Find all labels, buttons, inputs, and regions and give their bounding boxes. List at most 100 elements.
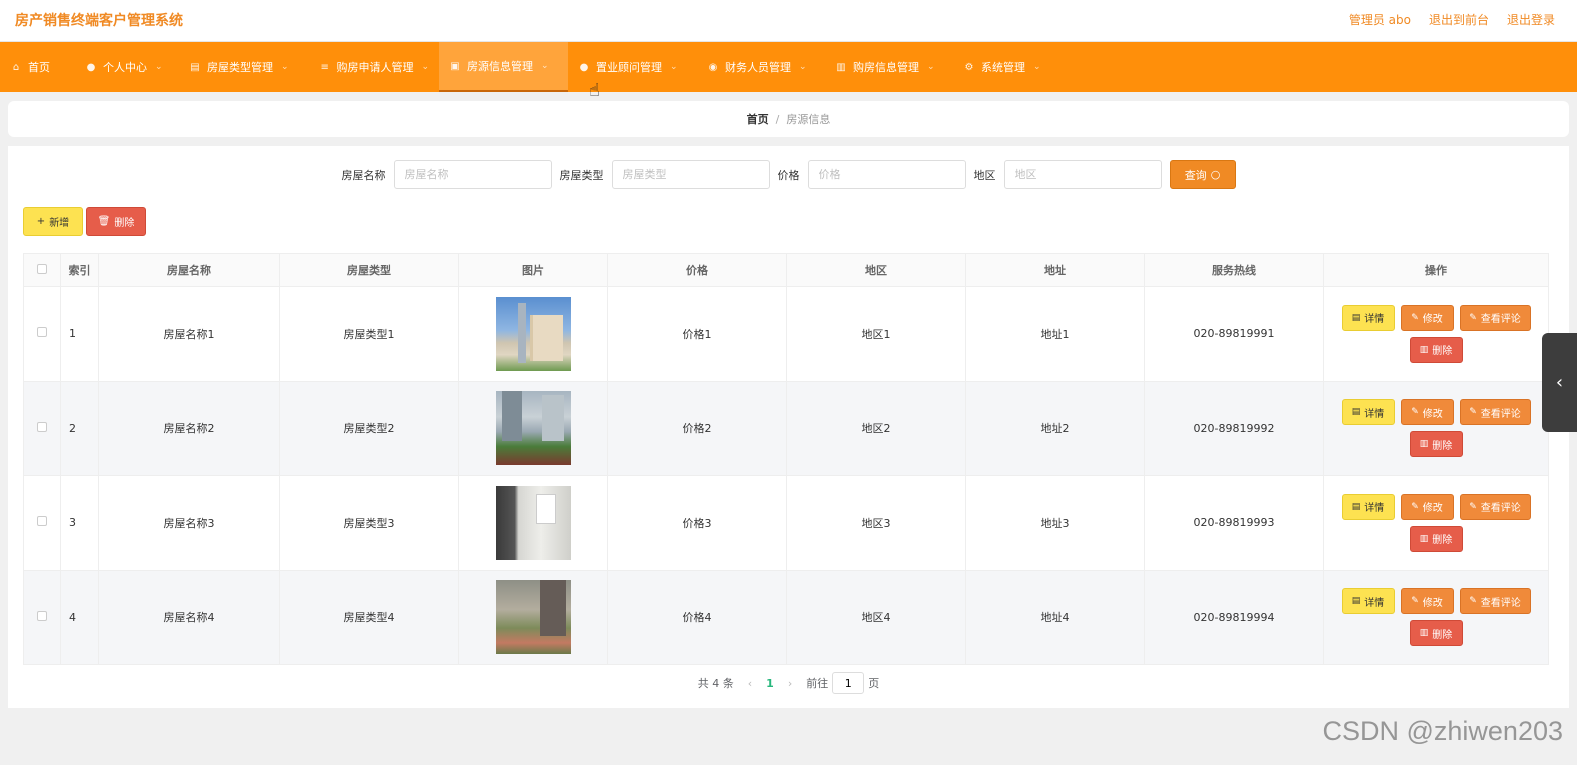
house-photo[interactable] [495, 296, 571, 371]
nav-item-system[interactable]: ⚙ 系统管理 ⌄ [953, 42, 1063, 92]
delete-button[interactable]: ▥ 删除 [1409, 525, 1463, 552]
view-comments-button[interactable]: ✎ 查看评论 [1459, 493, 1531, 520]
detail-label: 详情 [1364, 314, 1385, 326]
nav-item-label: 首页 [28, 61, 50, 74]
row-house-name: 房屋名称4 [98, 569, 280, 665]
view-comments-button[interactable]: ✎ 查看评论 [1459, 588, 1531, 615]
row-select-cell [23, 569, 61, 665]
chevron-down-icon: ⌄ [799, 62, 807, 72]
house-photo[interactable] [495, 391, 571, 466]
nav-item-house-type[interactable]: ▤ 房屋类型管理 ⌄ [179, 42, 309, 92]
current-user-link[interactable]: 管理员 abo [1349, 11, 1411, 28]
search-icon: ○ [1210, 168, 1221, 181]
table-row: 4 房屋名称4 房屋类型4 价格4 地区4 地址4 020-89819994 ▤… [23, 569, 1549, 665]
detail-button[interactable]: ▤ 详情 [1341, 399, 1395, 426]
row-hotline: 020-89819994 [1144, 569, 1324, 665]
select-all-checkbox[interactable] [37, 263, 47, 274]
delete-label: 删除 [1432, 535, 1453, 547]
col-header-region[interactable]: 地区 [786, 253, 966, 287]
pencil-icon: ✎ [1411, 312, 1419, 323]
goto-prefix: 前往 [806, 677, 829, 690]
row-price: 价格3 [607, 475, 787, 571]
row-index: 4 [60, 569, 99, 665]
row-checkbox[interactable] [37, 421, 47, 432]
nav-item-personal-center[interactable]: ● 个人中心 ⌄ [75, 42, 179, 92]
edit-button[interactable]: ✎ 修改 [1400, 588, 1454, 615]
col-header-image[interactable]: 图片 [458, 253, 608, 287]
row-checkbox[interactable] [37, 327, 47, 338]
col-header-name[interactable]: 房屋名称 [98, 253, 280, 287]
nav-item-home[interactable]: ⌂ 首页 [0, 42, 75, 92]
page-number-current[interactable]: 1 [766, 677, 774, 690]
edit-button[interactable]: ✎ 修改 [1400, 304, 1454, 331]
delete-button[interactable]: ▥ 删除 [1409, 336, 1463, 363]
gear-icon: ⚙ [964, 61, 974, 73]
doc-icon: ▤ [1351, 407, 1361, 418]
row-house-type: 房屋类型4 [279, 569, 459, 665]
nav-item-consultant[interactable]: ● 置业顾问管理 ⌄ [568, 42, 697, 92]
goto-suffix: 页 [868, 677, 880, 690]
row-select-cell [23, 475, 61, 571]
col-header-price[interactable]: 价格 [607, 253, 787, 287]
chevron-down-icon: ⌄ [421, 62, 429, 72]
col-header-hotline[interactable]: 服务热线 [1144, 253, 1324, 287]
doc-icon: ▤ [1351, 596, 1361, 607]
house-type-input[interactable] [611, 160, 770, 189]
house-photo[interactable] [495, 485, 571, 560]
pencil-icon: ✎ [1469, 312, 1477, 323]
row-index: 3 [60, 475, 99, 571]
detail-button[interactable]: ▤ 详情 [1341, 493, 1395, 520]
row-actions: ▤ 详情 ✎ 修改 ✎ 查看评论 ▥ 删除 [1323, 569, 1549, 665]
breadcrumb-current: 房源信息 [786, 113, 831, 126]
price-input[interactable] [807, 160, 966, 189]
comment-label: 查看评论 [1480, 314, 1521, 326]
logout-link[interactable]: 退出登录 [1507, 11, 1555, 28]
row-price: 价格4 [607, 569, 787, 665]
detail-label: 详情 [1364, 597, 1385, 609]
nav-item-finance[interactable]: ◉ 财务人员管理 ⌄ [697, 42, 825, 92]
detail-button[interactable]: ▤ 详情 [1341, 304, 1395, 331]
next-page-icon[interactable]: › [788, 677, 792, 690]
col-header-type[interactable]: 房屋类型 [279, 253, 459, 287]
breadcrumb-home[interactable]: 首页 [747, 111, 769, 127]
view-comments-button[interactable]: ✎ 查看评论 [1459, 304, 1531, 331]
row-checkbox[interactable] [37, 610, 47, 621]
chart-icon: ▥ [836, 61, 846, 73]
chevron-down-icon: ⌄ [927, 62, 935, 72]
hand-cursor-icon: ☝ [589, 80, 600, 101]
row-hotline: 020-89819992 [1144, 380, 1324, 476]
col-header-address[interactable]: 地址 [965, 253, 1145, 287]
row-region: 地区4 [786, 569, 966, 665]
view-comments-button[interactable]: ✎ 查看评论 [1459, 399, 1531, 426]
row-house-name: 房屋名称1 [98, 286, 280, 382]
nav-item-applicant[interactable]: ≡ 购房申请人管理 ⌄ [309, 42, 439, 92]
row-address: 地址4 [965, 569, 1145, 665]
prev-page-icon[interactable]: ‹ [748, 677, 752, 690]
comment-label: 查看评论 [1480, 503, 1521, 515]
edit-button[interactable]: ✎ 修改 [1400, 399, 1454, 426]
col-header-index[interactable]: 索引 [60, 253, 99, 287]
nav-item-listing[interactable]: ▣ 房源信息管理 ⌄ [439, 42, 568, 92]
delete-button[interactable]: ▥ 删除 [1409, 431, 1463, 458]
top-header: 房产销售终端客户管理系统 管理员 abo 退出到前台 退出登录 [0, 0, 1577, 42]
user-icon: ● [579, 61, 589, 73]
row-checkbox[interactable] [37, 516, 47, 527]
home-icon: ⌂ [12, 61, 20, 73]
delete-button[interactable]: ▥ 删除 [1409, 620, 1463, 647]
add-button[interactable]: + 新增 [23, 207, 83, 236]
side-drawer-toggle[interactable]: ‹ [1542, 333, 1577, 432]
house-name-input[interactable] [393, 160, 552, 189]
header-links: 管理员 abo 退出到前台 退出登录 [1349, 11, 1555, 28]
exit-to-front-link[interactable]: 退出到前台 [1429, 11, 1489, 28]
detail-button[interactable]: ▤ 详情 [1341, 588, 1395, 615]
trash-icon: ▥ [1419, 439, 1429, 450]
row-region: 地区3 [786, 475, 966, 571]
query-button[interactable]: 查询 ○ [1169, 160, 1236, 189]
region-input[interactable] [1003, 160, 1162, 189]
edit-button[interactable]: ✎ 修改 [1400, 493, 1454, 520]
batch-delete-button[interactable]: 🗑 删除 [86, 207, 146, 236]
row-image-cell [458, 569, 608, 665]
goto-page-input[interactable] [832, 672, 865, 694]
house-photo[interactable] [495, 580, 571, 655]
nav-item-purchase[interactable]: ▥ 购房信息管理 ⌄ [825, 42, 953, 92]
